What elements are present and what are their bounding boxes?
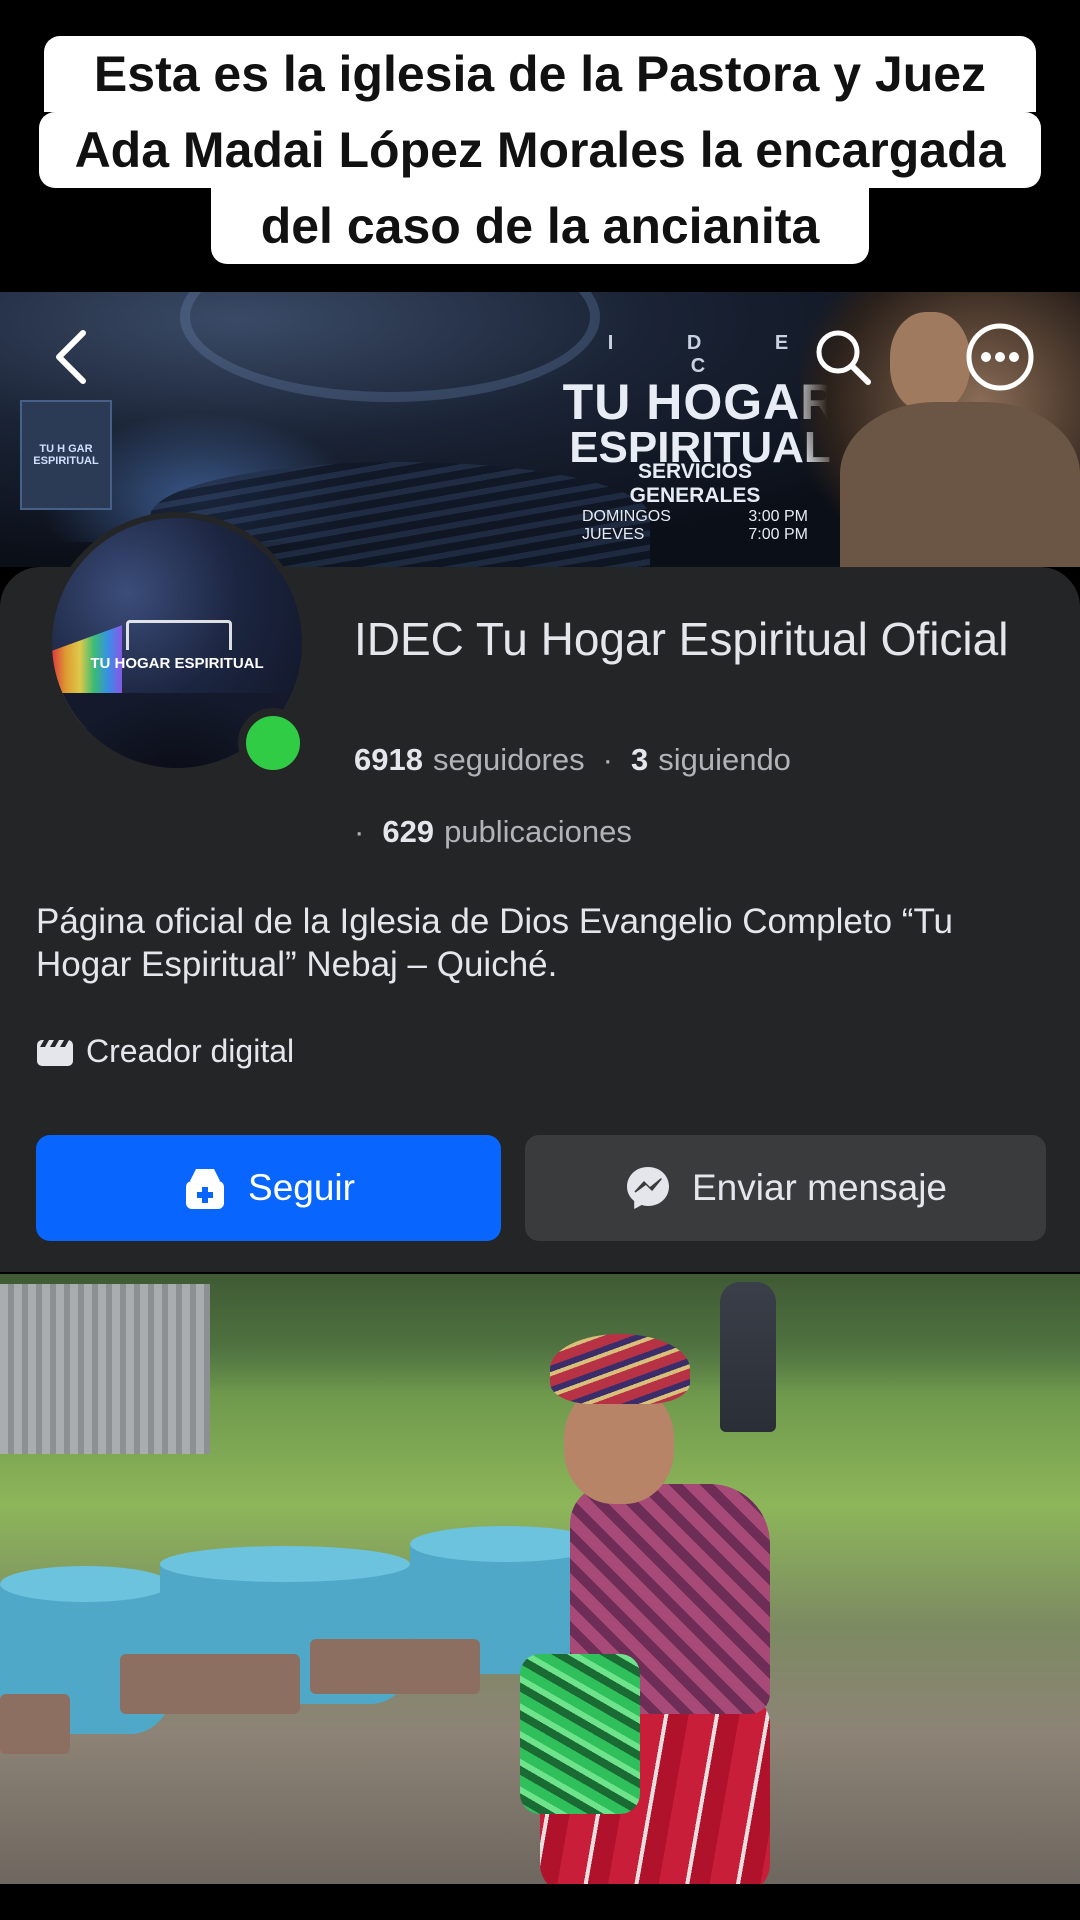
photo-elderly-woman	[520, 1334, 810, 1884]
search-icon	[816, 330, 871, 385]
caption-line-1: Esta es la iglesia de la Pastora y Juez	[43, 36, 1037, 112]
photo-bench	[120, 1654, 300, 1714]
caption-line-2: Ada Madai López Morales la encargada	[38, 112, 1042, 188]
following-count[interactable]: 3	[631, 742, 648, 778]
back-button[interactable]	[36, 322, 106, 392]
profile-stats: 6918 seguidores · 3 siguiendo	[354, 742, 791, 778]
woman-headscarf	[550, 1334, 690, 1404]
messenger-icon	[626, 1167, 669, 1209]
profile-posts-stat: · 629 publicaciones	[354, 814, 632, 850]
send-message-label: Enviar mensaje	[691, 1167, 947, 1208]
page-title: IDEC Tu Hogar Espiritual Oficial	[354, 613, 1009, 665]
speaker-head	[890, 312, 970, 412]
stats-separator: ·	[354, 814, 365, 849]
avatar-church-outline	[126, 620, 232, 650]
follow-page-icon	[186, 1169, 225, 1209]
clapperboard-icon	[37, 1039, 73, 1066]
followers-label[interactable]: seguidores	[433, 742, 585, 778]
more-options-icon	[966, 323, 1034, 391]
service-day: DOMINGOS	[582, 508, 671, 525]
services-title: SERVICIOS GENERALES	[629, 460, 761, 507]
follow-button[interactable]: Seguir	[36, 1135, 501, 1241]
avatar-logo-text: TU HOGAR ESPIRITUAL	[90, 655, 264, 672]
photo-bench	[0, 1694, 70, 1754]
service-row: JUEVES 7:00 PM	[570, 526, 820, 544]
search-button[interactable]	[808, 322, 878, 392]
cover-services: SERVICIOS GENERALES DOMINGOS 3:00 PM JUE…	[570, 460, 820, 544]
send-message-button[interactable]: Enviar mensaje	[525, 1135, 1046, 1241]
more-options-button[interactable]	[965, 322, 1035, 392]
category-label: Creador digital	[86, 1033, 295, 1069]
posts-count: 629	[382, 814, 435, 849]
followers-count[interactable]: 6918	[354, 742, 423, 778]
post-photo[interactable]	[0, 1274, 1080, 1884]
follow-button-label: Seguir	[248, 1167, 355, 1208]
service-row: DOMINGOS 3:00 PM	[570, 508, 820, 526]
service-day: JUEVES	[582, 526, 645, 543]
chevron-left-icon	[56, 330, 86, 384]
following-label[interactable]: siguiendo	[658, 742, 791, 778]
online-status-icon	[238, 708, 308, 778]
photo-shed	[0, 1284, 210, 1454]
cover-stage-screen: TU H GAR ESPIRITUAL	[20, 400, 112, 510]
cover-ceiling	[180, 292, 600, 402]
woman-bag	[520, 1654, 640, 1814]
profile-category: Creador digital	[36, 1033, 294, 1070]
video-caption: Esta es la iglesia de la Pastora y Juez …	[0, 36, 1080, 264]
speaker-body	[840, 402, 1080, 567]
posts-label: publicaciones	[444, 814, 632, 849]
profile-bio: Página oficial de la Iglesia de Dios Eva…	[36, 902, 953, 984]
caption-line-3: del caso de la ancianita	[210, 188, 870, 264]
stats-separator: ·	[602, 742, 613, 777]
photo-bench	[310, 1639, 480, 1694]
